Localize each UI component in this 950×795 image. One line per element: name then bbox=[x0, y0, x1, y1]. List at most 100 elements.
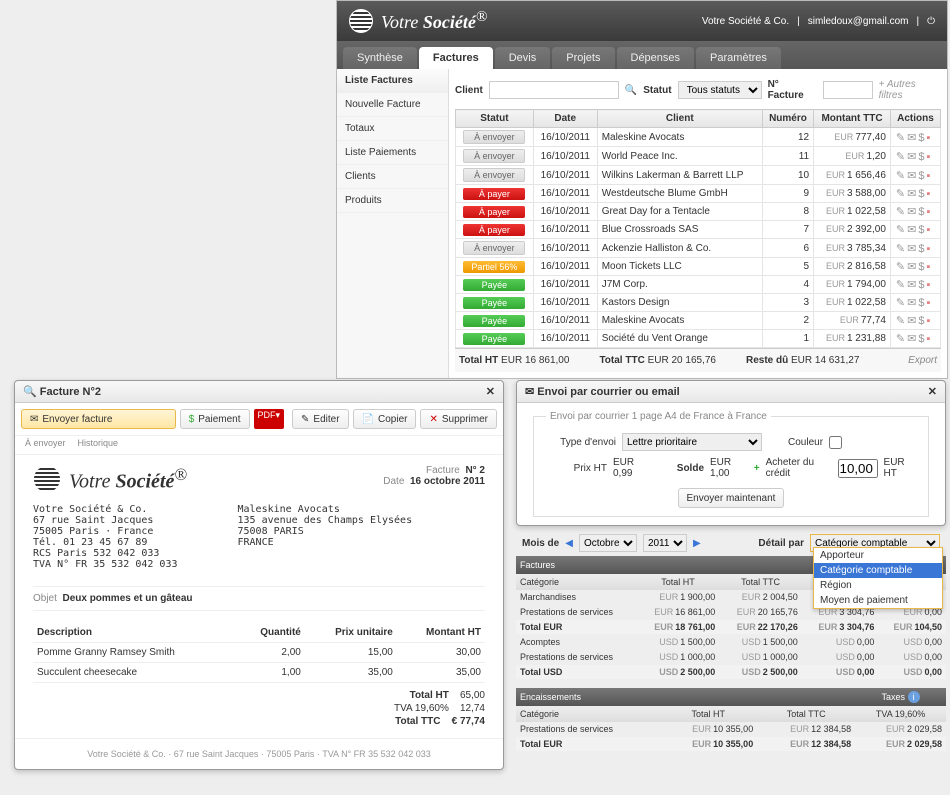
money-icon[interactable]: $ bbox=[918, 170, 924, 182]
pdf-badge[interactable]: PDF▾ bbox=[254, 409, 285, 429]
table-row[interactable]: À envoyer 16/10/2011 Ackenzie Halliston … bbox=[456, 239, 941, 258]
edit-icon[interactable]: ✎ bbox=[896, 170, 905, 182]
table-row[interactable]: À envoyer 16/10/2011 World Peace Inc. 11… bbox=[456, 147, 941, 166]
payment-button[interactable]: $ Paiement bbox=[180, 409, 250, 429]
year-select[interactable]: 2011 bbox=[643, 534, 687, 552]
delete-icon[interactable]: ▪ bbox=[926, 132, 930, 144]
month-select[interactable]: Octobre bbox=[579, 534, 637, 552]
delete-icon[interactable]: ▪ bbox=[926, 261, 930, 273]
statut-select[interactable]: Tous statuts bbox=[678, 81, 762, 99]
money-icon[interactable]: $ bbox=[918, 206, 924, 218]
detail-dropdown[interactable]: ApporteurCatégorie comptableRégionMoyen … bbox=[813, 547, 943, 609]
sidemenu-item[interactable]: Liste Factures bbox=[337, 69, 448, 93]
tab-factures[interactable]: Factures bbox=[419, 47, 493, 69]
mail-icon[interactable]: ✉ bbox=[907, 279, 916, 291]
edit-icon[interactable]: ✎ bbox=[896, 224, 905, 236]
money-icon[interactable]: $ bbox=[918, 151, 924, 163]
close-icon[interactable]: ✕ bbox=[928, 385, 937, 398]
export-link[interactable]: Export bbox=[908, 355, 937, 366]
tab-projets[interactable]: Projets bbox=[552, 47, 614, 69]
dropdown-option[interactable]: Moyen de paiement bbox=[814, 593, 942, 608]
edit-icon[interactable]: ✎ bbox=[896, 333, 905, 345]
search-icon[interactable]: 🔍 bbox=[625, 85, 637, 96]
dropdown-option[interactable]: Apporteur bbox=[814, 548, 942, 563]
next-month-arrow[interactable]: ▶ bbox=[693, 538, 701, 549]
money-icon[interactable]: $ bbox=[918, 224, 924, 236]
sub-history[interactable]: Historique bbox=[78, 438, 119, 448]
delete-button[interactable]: ✕ Supprimer bbox=[420, 409, 497, 429]
table-row[interactable]: À envoyer 16/10/2011 Maleskine Avocats 1… bbox=[456, 128, 941, 147]
send-now-button[interactable]: Envoyer maintenant bbox=[678, 488, 785, 508]
client-search-input[interactable] bbox=[489, 81, 619, 99]
money-icon[interactable]: $ bbox=[918, 261, 924, 273]
buy-credit-link[interactable]: Acheter du crédit bbox=[766, 457, 832, 479]
money-icon[interactable]: $ bbox=[918, 243, 924, 255]
edit-icon[interactable]: ✎ bbox=[896, 261, 905, 273]
power-icon[interactable]: ⏻ bbox=[927, 16, 935, 27]
sidemenu-item[interactable]: Clients bbox=[337, 165, 448, 189]
money-icon[interactable]: $ bbox=[918, 279, 924, 291]
table-row[interactable]: Payée 16/10/2011 Kastors Design 3 EUR1 0… bbox=[456, 294, 941, 312]
dropdown-option[interactable]: Région bbox=[814, 578, 942, 593]
mail-icon[interactable]: ✉ bbox=[907, 132, 916, 144]
table-row[interactable]: À payer 16/10/2011 Westdeutsche Blume Gm… bbox=[456, 185, 941, 203]
num-input[interactable] bbox=[823, 81, 873, 99]
edit-button[interactable]: ✎ Editer bbox=[292, 409, 349, 429]
table-row[interactable]: À envoyer 16/10/2011 Wilkins Lakerman & … bbox=[456, 166, 941, 185]
prev-month-arrow[interactable]: ◀ bbox=[565, 538, 573, 549]
money-icon[interactable]: $ bbox=[918, 132, 924, 144]
edit-icon[interactable]: ✎ bbox=[896, 297, 905, 309]
delete-icon[interactable]: ▪ bbox=[926, 206, 930, 218]
money-icon[interactable]: $ bbox=[918, 315, 924, 327]
credit-input[interactable] bbox=[838, 459, 878, 478]
delete-icon[interactable]: ▪ bbox=[926, 297, 930, 309]
sub-status[interactable]: À envoyer bbox=[25, 438, 66, 448]
edit-icon[interactable]: ✎ bbox=[896, 206, 905, 218]
tab-dépenses[interactable]: Dépenses bbox=[617, 47, 695, 69]
money-icon[interactable]: $ bbox=[918, 333, 924, 345]
money-icon[interactable]: $ bbox=[918, 188, 924, 200]
table-row[interactable]: Partiel 56% 16/10/2011 Moon Tickets LLC … bbox=[456, 258, 941, 276]
edit-icon[interactable]: ✎ bbox=[896, 279, 905, 291]
delete-icon[interactable]: ▪ bbox=[926, 315, 930, 327]
sidemenu-item[interactable]: Nouvelle Facture bbox=[337, 93, 448, 117]
table-row[interactable]: À payer 16/10/2011 Blue Crossroads SAS 7… bbox=[456, 221, 941, 239]
edit-icon[interactable]: ✎ bbox=[896, 243, 905, 255]
close-icon[interactable]: ✕ bbox=[486, 385, 495, 398]
send-invoice-button[interactable]: ✉ Envoyer facture bbox=[21, 409, 176, 429]
plus-icon[interactable]: + bbox=[754, 463, 760, 474]
delete-icon[interactable]: ▪ bbox=[926, 224, 930, 236]
send-type-select[interactable]: Lettre prioritaire bbox=[622, 433, 762, 451]
tab-paramètres[interactable]: Paramètres bbox=[696, 47, 781, 69]
mail-icon[interactable]: ✉ bbox=[907, 315, 916, 327]
delete-icon[interactable]: ▪ bbox=[926, 151, 930, 163]
sidemenu-item[interactable]: Produits bbox=[337, 189, 448, 213]
mail-icon[interactable]: ✉ bbox=[907, 261, 916, 273]
user-email[interactable]: simledoux@gmail.com bbox=[808, 16, 909, 27]
mail-icon[interactable]: ✉ bbox=[907, 206, 916, 218]
more-filters-link[interactable]: + Autres filtres bbox=[879, 79, 941, 101]
edit-icon[interactable]: ✎ bbox=[896, 188, 905, 200]
mail-icon[interactable]: ✉ bbox=[907, 170, 916, 182]
delete-icon[interactable]: ▪ bbox=[926, 170, 930, 182]
table-row[interactable]: Payée 16/10/2011 J7M Corp. 4 EUR1 794,00… bbox=[456, 276, 941, 294]
delete-icon[interactable]: ▪ bbox=[926, 333, 930, 345]
tab-synthèse[interactable]: Synthèse bbox=[343, 47, 417, 69]
color-checkbox[interactable] bbox=[829, 436, 842, 449]
mail-icon[interactable]: ✉ bbox=[907, 243, 916, 255]
mail-icon[interactable]: ✉ bbox=[907, 297, 916, 309]
mail-icon[interactable]: ✉ bbox=[907, 188, 916, 200]
edit-icon[interactable]: ✎ bbox=[896, 315, 905, 327]
edit-icon[interactable]: ✎ bbox=[896, 151, 905, 163]
mail-icon[interactable]: ✉ bbox=[907, 224, 916, 236]
edit-icon[interactable]: ✎ bbox=[896, 132, 905, 144]
delete-icon[interactable]: ▪ bbox=[926, 243, 930, 255]
delete-icon[interactable]: ▪ bbox=[926, 279, 930, 291]
mail-icon[interactable]: ✉ bbox=[907, 151, 916, 163]
sidemenu-item[interactable]: Liste Paiements bbox=[337, 141, 448, 165]
money-icon[interactable]: $ bbox=[918, 297, 924, 309]
table-row[interactable]: Payée 16/10/2011 Maleskine Avocats 2 EUR… bbox=[456, 312, 941, 330]
dropdown-option[interactable]: Catégorie comptable bbox=[814, 563, 942, 578]
sidemenu-item[interactable]: Totaux bbox=[337, 117, 448, 141]
table-row[interactable]: Payée 16/10/2011 Société du Vent Orange … bbox=[456, 330, 941, 348]
